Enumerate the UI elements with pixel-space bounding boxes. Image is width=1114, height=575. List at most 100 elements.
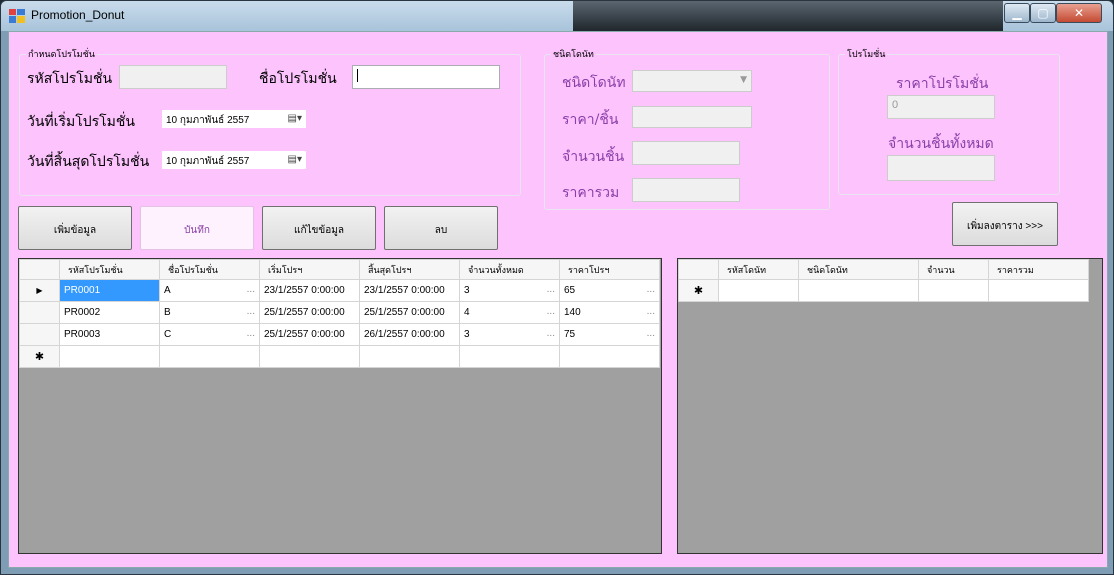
cell-text: 140 bbox=[564, 307, 581, 318]
cell-text: 4 bbox=[464, 307, 470, 318]
table-cell[interactable] bbox=[159, 345, 260, 368]
donut-total-label: ราคารวม bbox=[562, 185, 620, 201]
maximize-icon[interactable]: ▢ bbox=[1030, 3, 1056, 23]
total-count-field[interactable] bbox=[887, 155, 995, 181]
minimize-icon[interactable]: ▁ bbox=[1004, 3, 1030, 23]
column-header[interactable]: ราคาโปรฯ bbox=[559, 259, 660, 280]
ellipsis-button[interactable]: ... bbox=[547, 306, 555, 317]
donut-table[interactable]: รหัสโดนัท ชนิดโดนัท จำนวน ราคารวม ✱ bbox=[677, 258, 1103, 554]
start-date-picker[interactable]: 10 กุมภาพันธ์ 2557 ▤▾ bbox=[161, 109, 307, 129]
start-date-label: วันที่เริ่มโปรโมชั่น bbox=[27, 114, 135, 130]
ellipsis-button[interactable]: ... bbox=[547, 284, 555, 295]
add-to-table-button[interactable]: เพิ่มลงตาราง >>> bbox=[952, 202, 1058, 246]
donut-price-field[interactable] bbox=[632, 106, 752, 128]
table-row[interactable]: ▶ PR0001 A... 23/1/2557 0:00:00 23/1/255… bbox=[19, 279, 660, 302]
donut-table-grid: รหัสโดนัท ชนิดโดนัท จำนวน ราคารวม ✱ bbox=[678, 259, 1089, 302]
end-date-picker[interactable]: 10 กุมภาพันธ์ 2557 ▤▾ bbox=[161, 150, 307, 170]
table-cell[interactable]: 25/1/2557 0:00:00 bbox=[359, 301, 460, 324]
table-cell[interactable]: C... bbox=[159, 323, 260, 346]
table-cell[interactable]: 23/1/2557 0:00:00 bbox=[359, 279, 460, 302]
ellipsis-button[interactable]: ... bbox=[247, 306, 255, 317]
calendar-dropdown-icon[interactable]: ▤▾ bbox=[288, 154, 302, 165]
table-cell[interactable]: 65... bbox=[559, 279, 660, 302]
new-row-icon[interactable]: ✱ bbox=[19, 345, 60, 368]
table-cell[interactable]: 4... bbox=[459, 301, 560, 324]
table-cell[interactable] bbox=[259, 345, 360, 368]
column-header[interactable]: จำนวน bbox=[918, 259, 989, 280]
table-cell[interactable] bbox=[718, 279, 799, 302]
table-row[interactable]: PR0002 B... 25/1/2557 0:00:00 25/1/2557 … bbox=[19, 301, 660, 324]
table-header-row: รหัสโปรโมชั่น ชื่อโปรโมชั่น เริ่มโปรฯ สิ… bbox=[19, 259, 660, 280]
end-date-value: 10 กุมภาพันธ์ 2557 bbox=[166, 156, 250, 167]
promo-name-field[interactable] bbox=[352, 65, 500, 89]
ellipsis-button[interactable]: ... bbox=[247, 284, 255, 295]
ellipsis-button[interactable]: ... bbox=[647, 306, 655, 317]
donut-type-combo[interactable]: ▼ bbox=[632, 70, 752, 92]
row-header[interactable] bbox=[19, 323, 60, 346]
end-date-label: วันที่สิ้นสุดโปรโมชั่น bbox=[27, 154, 150, 170]
table-cell[interactable]: 25/1/2557 0:00:00 bbox=[259, 301, 360, 324]
table-row[interactable]: PR0003 C... 25/1/2557 0:00:00 26/1/2557 … bbox=[19, 323, 660, 346]
table-cell[interactable]: 75... bbox=[559, 323, 660, 346]
promo-code-field[interactable] bbox=[119, 65, 227, 89]
column-header[interactable]: สิ้นสุดโปรฯ bbox=[359, 259, 460, 280]
add-button[interactable]: เพิ่มข้อมูล bbox=[18, 206, 132, 250]
table-cell[interactable]: PR0001 bbox=[59, 279, 160, 302]
text-cursor bbox=[357, 69, 358, 82]
save-button[interactable]: บันทึก bbox=[140, 206, 254, 250]
table-cell[interactable] bbox=[988, 279, 1089, 302]
table-cell[interactable]: PR0002 bbox=[59, 301, 160, 324]
title-bar[interactable]: Promotion_Donut ▁ ▢ ✕ bbox=[1, 1, 1113, 31]
new-row-icon[interactable]: ✱ bbox=[678, 279, 719, 302]
table-cell[interactable] bbox=[59, 345, 160, 368]
summary-group-title: โปรโมชั่น bbox=[845, 47, 888, 61]
total-count-label: จำนวนชิ้นทั้งหมด bbox=[888, 136, 994, 152]
table-cell[interactable] bbox=[559, 345, 660, 368]
table-cell[interactable]: 3... bbox=[459, 279, 560, 302]
table-cell[interactable]: 140... bbox=[559, 301, 660, 324]
table-cell[interactable]: B... bbox=[159, 301, 260, 324]
calendar-dropdown-icon[interactable]: ▤▾ bbox=[288, 113, 302, 124]
column-header[interactable]: ชื่อโปรโมชั่น bbox=[159, 259, 260, 280]
table-cell[interactable]: PR0003 bbox=[59, 323, 160, 346]
row-header[interactable] bbox=[19, 301, 60, 324]
donut-qty-field[interactable] bbox=[632, 141, 740, 165]
ellipsis-button[interactable]: ... bbox=[647, 284, 655, 295]
column-header[interactable]: ราคารวม bbox=[988, 259, 1089, 280]
table-cell[interactable] bbox=[918, 279, 989, 302]
ellipsis-button[interactable]: ... bbox=[547, 328, 555, 339]
title-bar-shade bbox=[573, 1, 1003, 31]
close-icon[interactable]: ✕ bbox=[1056, 3, 1102, 23]
table-cell[interactable]: 3... bbox=[459, 323, 560, 346]
donut-total-field[interactable] bbox=[632, 178, 740, 202]
column-header[interactable]: รหัสโดนัท bbox=[718, 259, 799, 280]
ellipsis-button[interactable]: ... bbox=[247, 328, 255, 339]
new-row[interactable]: ✱ bbox=[678, 279, 1089, 302]
column-header[interactable]: เริ่มโปรฯ bbox=[259, 259, 360, 280]
delete-button[interactable]: ลบ bbox=[384, 206, 498, 250]
table-cell[interactable]: A... bbox=[159, 279, 260, 302]
cell-text: C bbox=[164, 329, 172, 340]
promo-table[interactable]: รหัสโปรโมชั่น ชื่อโปรโมชั่น เริ่มโปรฯ สิ… bbox=[18, 258, 662, 554]
cell-text: 65 bbox=[564, 285, 576, 296]
edit-button[interactable]: แก้ไขข้อมูล bbox=[262, 206, 376, 250]
promo-table-grid: รหัสโปรโมชั่น ชื่อโปรโมชั่น เริ่มโปรฯ สิ… bbox=[19, 259, 660, 368]
cell-text: 3 bbox=[464, 285, 470, 296]
current-row-icon[interactable]: ▶ bbox=[19, 279, 60, 302]
promo-price-field[interactable]: 0 bbox=[887, 95, 995, 119]
new-row[interactable]: ✱ bbox=[19, 345, 660, 368]
ellipsis-button[interactable]: ... bbox=[647, 328, 655, 339]
table-cell[interactable] bbox=[798, 279, 919, 302]
table-cell[interactable] bbox=[359, 345, 460, 368]
table-cell[interactable]: 25/1/2557 0:00:00 bbox=[259, 323, 360, 346]
promo-name-label: ชื่อโปรโมชั่น bbox=[259, 71, 337, 87]
table-cell[interactable]: 26/1/2557 0:00:00 bbox=[359, 323, 460, 346]
chevron-down-icon[interactable]: ▼ bbox=[740, 75, 747, 85]
promo-group-title: กำหนดโปรโมชั่น bbox=[26, 47, 97, 61]
column-header[interactable]: ชนิดโดนัท bbox=[798, 259, 919, 280]
column-header[interactable]: รหัสโปรโมชั่น bbox=[59, 259, 160, 280]
column-header[interactable]: จำนวนทั้งหมด bbox=[459, 259, 560, 280]
table-cell[interactable]: 23/1/2557 0:00:00 bbox=[259, 279, 360, 302]
window: Promotion_Donut ▁ ▢ ✕ กำหนดโปรโมชั่น รหั… bbox=[0, 0, 1114, 575]
table-cell[interactable] bbox=[459, 345, 560, 368]
